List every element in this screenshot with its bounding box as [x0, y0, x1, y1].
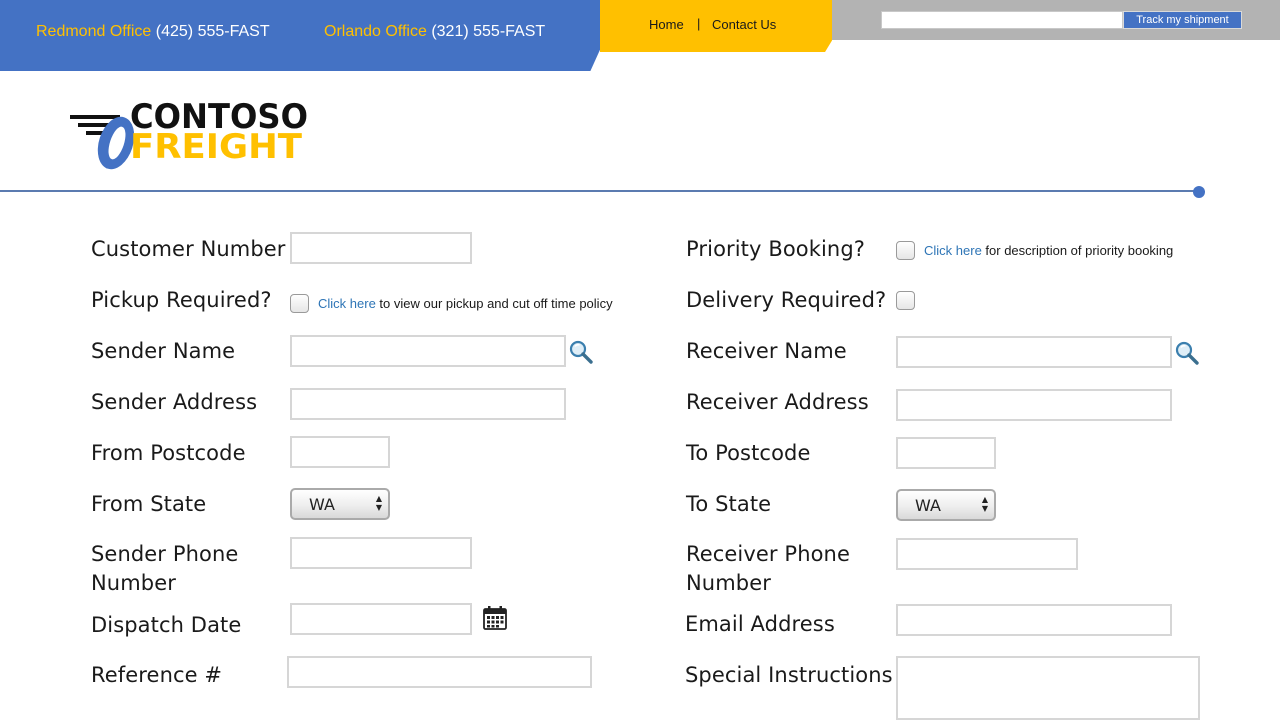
receiver-phone-label-line2: Number — [686, 571, 771, 595]
delivery-required-checkbox[interactable] — [896, 291, 915, 310]
track-shipment-button[interactable]: Track my shipment — [1123, 11, 1242, 29]
office-phone: (425) 555-FAST — [155, 23, 270, 40]
magnifier-icon[interactable] — [568, 339, 594, 365]
customer-number-input[interactable] — [290, 232, 472, 264]
from-postcode-label: From Postcode — [91, 441, 246, 465]
sender-phone-input[interactable] — [290, 537, 472, 569]
reference-input[interactable] — [287, 656, 592, 688]
select-arrows-icon: ▲ ▼ — [375, 494, 382, 512]
receiver-name-label: Receiver Name — [686, 339, 847, 363]
select-arrows-icon: ▲ ▼ — [981, 495, 988, 513]
header-divider-dot — [1193, 186, 1205, 198]
office-redmond: Redmond Office (425) 555-FAST — [36, 23, 270, 41]
receiver-address-label: Receiver Address — [686, 390, 869, 414]
delivery-required-label: Delivery Required? — [686, 288, 887, 312]
sender-phone-label: Sender Phone Number — [91, 540, 238, 598]
contoso-freight-logo: CONTOSO FREIGHT — [70, 97, 308, 170]
to-state-select[interactable]: WA ▲ ▼ — [896, 489, 996, 521]
tracking-number-input[interactable] — [881, 11, 1123, 29]
pickup-policy-link[interactable]: Click here — [318, 296, 376, 311]
pickup-required-checkbox[interactable] — [290, 294, 309, 313]
pickup-policy-text: to view our pickup and cut off time poli… — [375, 296, 613, 311]
dispatch-date-input[interactable] — [290, 603, 472, 635]
to-postcode-input[interactable] — [896, 437, 996, 469]
nav-home-link[interactable]: Home — [649, 17, 684, 32]
special-instructions-label: Special Instructions — [685, 663, 893, 687]
office-orlando: Orlando Office (321) 555-FAST — [324, 23, 545, 41]
from-state-select[interactable]: WA ▲ ▼ — [290, 488, 390, 520]
priority-booking-label: Priority Booking? — [686, 237, 866, 261]
email-address-input[interactable] — [896, 604, 1172, 636]
dispatch-date-label: Dispatch Date — [91, 613, 242, 637]
priority-booking-text: for description of priority booking — [981, 243, 1174, 258]
sender-address-label: Sender Address — [91, 390, 258, 414]
logo-word-freight: FREIGHT — [130, 127, 303, 167]
office-label: Orlando Office — [324, 23, 427, 40]
receiver-phone-label: Receiver Phone Number — [686, 540, 850, 598]
priority-booking-checkbox[interactable] — [896, 241, 915, 260]
sender-name-label: Sender Name — [91, 339, 236, 363]
sender-address-input[interactable] — [290, 388, 566, 420]
to-postcode-label: To Postcode — [686, 441, 811, 465]
nav-separator: | — [697, 16, 701, 31]
customer-number-label: Customer Number — [91, 237, 286, 261]
receiver-phone-label-line1: Receiver Phone — [686, 542, 850, 566]
reference-label: Reference # — [91, 663, 223, 687]
priority-booking-hint: Click here for description of priority b… — [924, 243, 1173, 258]
calendar-icon[interactable] — [482, 605, 508, 631]
header-divider — [0, 190, 1200, 192]
special-instructions-textarea[interactable] — [896, 656, 1200, 720]
pickup-required-label: Pickup Required? — [91, 288, 272, 312]
pickup-policy-hint: Click here to view our pickup and cut of… — [318, 296, 613, 311]
to-state-label: To State — [686, 492, 772, 516]
from-state-value: WA — [309, 495, 335, 514]
priority-booking-link[interactable]: Click here — [924, 243, 982, 258]
sender-phone-label-line1: Sender Phone — [91, 542, 239, 566]
office-phone: (321) 555-FAST — [431, 23, 546, 40]
email-address-label: Email Address — [685, 612, 835, 636]
magnifier-icon[interactable] — [1174, 340, 1200, 366]
office-label: Redmond Office — [36, 23, 152, 40]
receiver-phone-input[interactable] — [896, 538, 1078, 570]
from-postcode-input[interactable] — [290, 436, 390, 468]
from-state-label: From State — [91, 492, 207, 516]
receiver-name-input[interactable] — [896, 336, 1172, 368]
receiver-address-input[interactable] — [896, 389, 1172, 421]
nav-contact-link[interactable]: Contact Us — [712, 17, 776, 32]
sender-phone-label-line2: Number — [91, 571, 176, 595]
sender-name-input[interactable] — [290, 335, 566, 367]
to-state-value: WA — [915, 496, 941, 515]
